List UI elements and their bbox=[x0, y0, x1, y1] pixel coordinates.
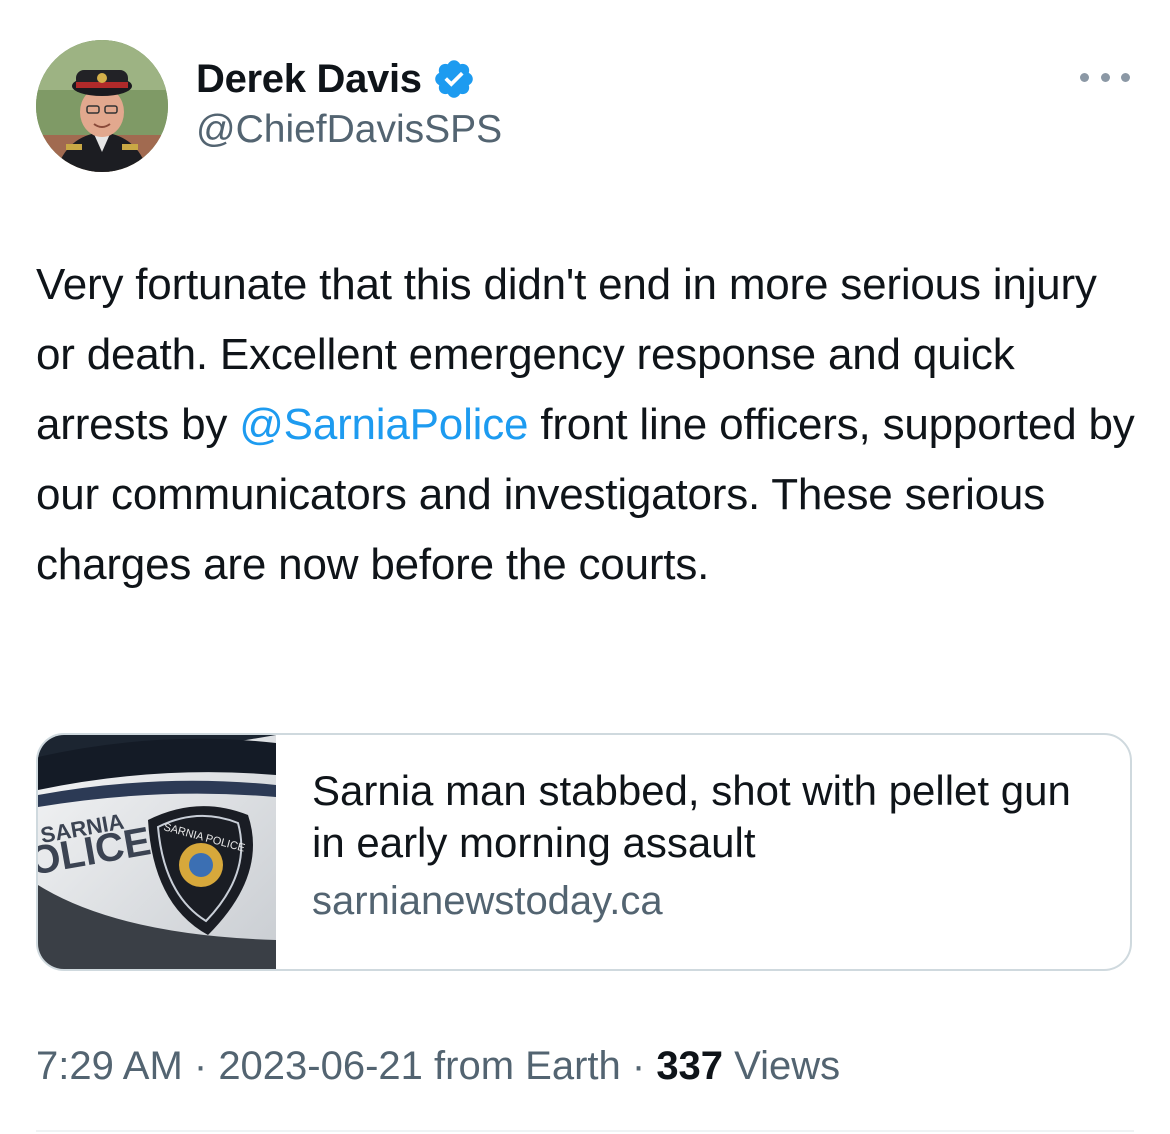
link-card-body: Sarnia man stabbed, shot with pellet gun… bbox=[276, 735, 1072, 969]
tweet-date[interactable]: 2023-06-21 bbox=[218, 1044, 423, 1088]
avatar[interactable] bbox=[36, 40, 168, 172]
meta-separator: · bbox=[182, 1044, 219, 1088]
views-count[interactable]: 337 bbox=[656, 1044, 723, 1088]
tweet-time[interactable]: 7:29 AM bbox=[36, 1044, 183, 1088]
meta-separator: · bbox=[620, 1044, 657, 1088]
tweet-text: Very fortunate that this didn't end in m… bbox=[36, 250, 1136, 600]
author-display-name[interactable]: Derek Davis bbox=[196, 57, 422, 102]
author-name-row: Derek Davis bbox=[196, 54, 476, 104]
tweet-source: from Earth bbox=[422, 1044, 621, 1088]
link-card-domain: sarnianewstoday.ca bbox=[312, 879, 663, 923]
link-card[interactable]: SARNIA OLICE SARNIA POLICE Sarnia man st… bbox=[36, 733, 1132, 971]
more-dot bbox=[1100, 72, 1110, 82]
tweet-meta: 7:29 AM · 2023-06-21 from Earth · 337 Vi… bbox=[36, 1044, 840, 1089]
more-dot bbox=[1080, 72, 1089, 82]
more-dot bbox=[1121, 72, 1130, 82]
more-horizontal-icon[interactable] bbox=[1080, 62, 1130, 92]
link-card-title[interactable]: Sarnia man stabbed, shot with pellet gun… bbox=[312, 765, 1072, 869]
verified-badge-icon bbox=[434, 60, 473, 98]
mention-link[interactable]: @SarniaPolice bbox=[239, 400, 528, 449]
views-label: Views bbox=[723, 1044, 841, 1088]
divider bbox=[36, 1130, 1134, 1132]
link-card-thumbnail: SARNIA OLICE SARNIA POLICE bbox=[38, 735, 276, 969]
author-handle[interactable]: @ChiefDavisSPS bbox=[196, 108, 502, 152]
